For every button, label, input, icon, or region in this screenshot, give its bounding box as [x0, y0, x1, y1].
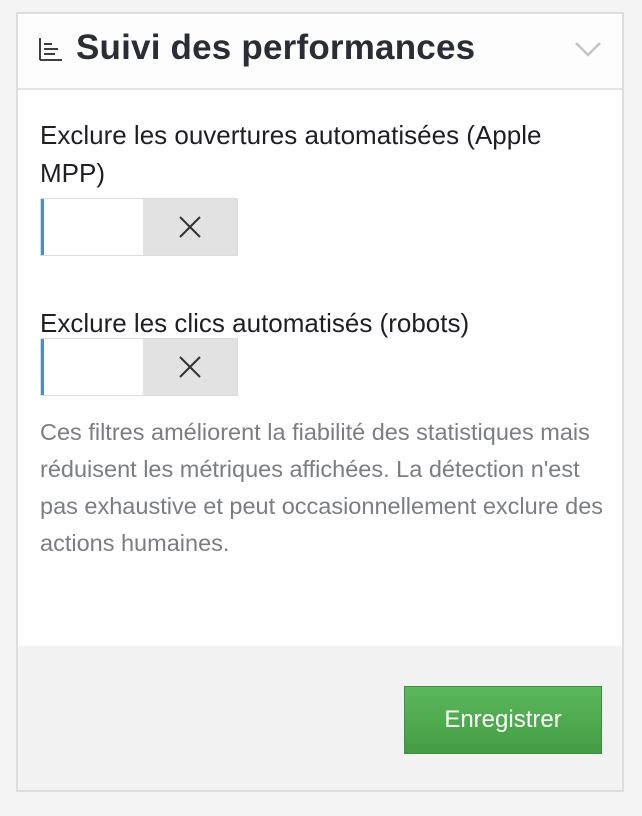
toggle-off-side[interactable]: [143, 339, 237, 395]
toggle-on-side[interactable]: [41, 339, 143, 395]
toggle-off-side[interactable]: [143, 199, 237, 255]
close-icon: [179, 216, 201, 238]
help-text: Ces filtres améliorent la fiabilité des …: [40, 419, 604, 556]
panel-body: Exclure les ouvertures automatisées (App…: [18, 90, 622, 646]
apple-mpp-label: Exclure les ouvertures automatisées (App…: [40, 120, 542, 188]
apple-mpp-toggle[interactable]: [40, 198, 238, 256]
panel-footer: Enregistrer: [18, 646, 622, 790]
chevron-down-icon[interactable]: [574, 40, 602, 58]
panel-header[interactable]: Suivi des performances: [18, 14, 622, 90]
panel-title: Suivi des performances: [76, 28, 476, 67]
bar-chart-icon: [39, 38, 62, 61]
bots-label: Exclure les clics automatisés (robots): [40, 308, 470, 338]
save-button[interactable]: Enregistrer: [404, 686, 602, 754]
bots-toggle[interactable]: [40, 338, 238, 396]
toggle-on-side[interactable]: [41, 199, 143, 255]
performance-tracking-panel: Suivi des performances Exclure les ouver…: [16, 12, 624, 792]
close-icon: [179, 356, 201, 378]
